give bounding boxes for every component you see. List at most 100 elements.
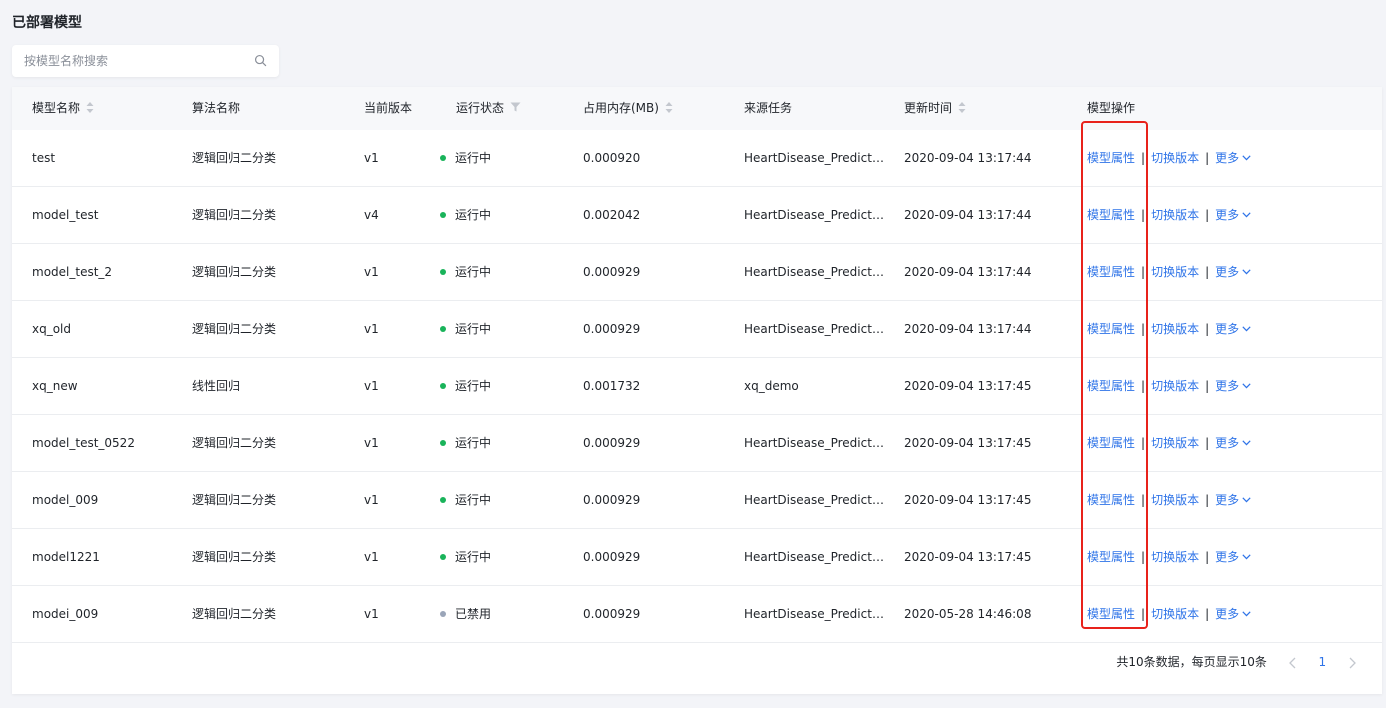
cell-memory: 0.001732 <box>583 379 641 393</box>
cell-name: xq_new <box>32 379 78 393</box>
cell-version: v1 <box>364 322 379 336</box>
page-number[interactable]: 1 <box>1319 652 1327 672</box>
chevron-down-icon <box>1242 211 1251 217</box>
more-dropdown[interactable]: 更多 <box>1215 493 1251 507</box>
row-actions: 模型属性 | 切换版本 | 更多 <box>1087 301 1251 357</box>
switch-version-link[interactable]: 切换版本 <box>1151 151 1199 165</box>
column-header-updated-at[interactable]: 更新时间 <box>904 87 966 130</box>
action-separator: | <box>1141 379 1146 393</box>
switch-version-link[interactable]: 切换版本 <box>1151 493 1199 507</box>
row-actions: 模型属性 | 切换版本 | 更多 <box>1087 130 1251 186</box>
more-dropdown[interactable]: 更多 <box>1215 550 1251 564</box>
cell-updated-at: 2020-09-04 13:17:44 <box>904 265 1032 279</box>
sort-icon[interactable] <box>958 101 966 114</box>
more-dropdown[interactable]: 更多 <box>1215 322 1251 336</box>
model-properties-link[interactable]: 模型属性 <box>1087 151 1135 165</box>
cell-name: model_test <box>32 208 99 222</box>
model-properties-link[interactable]: 模型属性 <box>1087 493 1135 507</box>
sort-icon[interactable] <box>86 101 94 114</box>
model-properties-link[interactable]: 模型属性 <box>1087 550 1135 564</box>
search-input[interactable] <box>12 45 232 77</box>
column-header-memory[interactable]: 占用内存(MB) <box>583 87 673 130</box>
column-header-version: 当前版本 <box>364 87 412 130</box>
switch-version-link[interactable]: 切换版本 <box>1151 550 1199 564</box>
sort-icon[interactable] <box>665 101 673 114</box>
column-header-label: 更新时间 <box>904 101 953 115</box>
column-header-name[interactable]: 模型名称 <box>32 87 94 130</box>
more-label: 更多 <box>1215 550 1240 564</box>
more-label: 更多 <box>1215 322 1240 336</box>
cell-memory: 0.000929 <box>583 550 641 564</box>
column-header-actions: 模型操作 <box>1087 87 1135 130</box>
search-box[interactable] <box>12 45 279 77</box>
cell-version: v4 <box>364 208 379 222</box>
column-header-source-task: 来源任务 <box>744 87 792 130</box>
cell-memory: 0.000929 <box>583 493 641 507</box>
cell-memory: 0.000929 <box>583 436 641 450</box>
switch-version-link[interactable]: 切换版本 <box>1151 322 1199 336</box>
action-separator: | <box>1141 607 1146 621</box>
row-actions: 模型属性 | 切换版本 | 更多 <box>1087 187 1251 243</box>
more-dropdown[interactable]: 更多 <box>1215 607 1251 621</box>
cell-algorithm: 逻辑回归二分类 <box>192 151 277 165</box>
model-properties-link[interactable]: 模型属性 <box>1087 607 1135 621</box>
status-text: 运行中 <box>455 322 492 336</box>
table-header: 模型名称 算法名称 当前版本 运行状态 占用内存(MB) 来源任务 更新时间 模… <box>12 87 1382 130</box>
table-row: test 逻辑回归二分类 v1 运行中 0.000920 HeartDisease_Pre… <box>12 130 1382 187</box>
filter-icon[interactable] <box>510 102 521 112</box>
cell-name: model_test_2 <box>32 265 113 279</box>
cell-status: 运行中 <box>440 244 570 300</box>
cell-name: xq_old <box>32 322 72 336</box>
switch-version-link[interactable]: 切换版本 <box>1151 436 1199 450</box>
table-row: xq_new 线性回归 v1 运行中 0.001732 xq_demo 2020-09-04… <box>12 358 1382 415</box>
column-header-status[interactable]: 运行状态 <box>456 87 521 130</box>
action-separator: | <box>1141 436 1146 450</box>
cell-source-task: xq_demo <box>744 379 799 393</box>
more-dropdown[interactable]: 更多 <box>1215 379 1251 393</box>
model-properties-link[interactable]: 模型属性 <box>1087 436 1135 450</box>
cell-version: v1 <box>364 151 379 165</box>
model-properties-link[interactable]: 模型属性 <box>1087 379 1135 393</box>
cell-name: model1221 <box>32 550 100 564</box>
table-row: model1221 逻辑回归二分类 v1 运行中 0.000929 HeartDiseas… <box>12 529 1382 586</box>
cell-memory: 0.000929 <box>583 265 641 279</box>
model-properties-link[interactable]: 模型属性 <box>1087 208 1135 222</box>
more-dropdown[interactable]: 更多 <box>1215 265 1251 279</box>
cell-version: v1 <box>364 436 379 450</box>
more-dropdown[interactable]: 更多 <box>1215 436 1251 450</box>
more-dropdown[interactable]: 更多 <box>1215 208 1251 222</box>
table-row: model_009 逻辑回归二分类 v1 运行中 0.000929 HeartDiseas… <box>12 472 1382 529</box>
cell-source-task: HeartDisease_Predictio… <box>744 265 886 279</box>
model-properties-link[interactable]: 模型属性 <box>1087 322 1135 336</box>
cell-status: 运行中 <box>440 415 570 471</box>
switch-version-link[interactable]: 切换版本 <box>1151 265 1199 279</box>
table-row: model_test 逻辑回归二分类 v4 运行中 0.002042 HeartDisea… <box>12 187 1382 244</box>
cell-source-task: HeartDisease_Prediction <box>744 322 886 336</box>
model-properties-link[interactable]: 模型属性 <box>1087 265 1135 279</box>
chevron-down-icon <box>1242 496 1251 502</box>
prev-page-icon[interactable] <box>1287 653 1299 673</box>
cell-name: test <box>32 151 56 165</box>
column-header-label: 模型操作 <box>1087 101 1136 115</box>
switch-version-link[interactable]: 切换版本 <box>1151 607 1199 621</box>
switch-version-link[interactable]: 切换版本 <box>1151 379 1199 393</box>
cell-algorithm: 逻辑回归二分类 <box>192 607 277 621</box>
chevron-down-icon <box>1242 553 1251 559</box>
action-separator: | <box>1205 151 1210 165</box>
row-actions: 模型属性 | 切换版本 | 更多 <box>1087 415 1251 471</box>
more-dropdown[interactable]: 更多 <box>1215 151 1251 165</box>
action-separator: | <box>1205 322 1210 336</box>
cell-source-task: HeartDisease_Prediction <box>744 436 886 450</box>
cell-updated-at: 2020-09-04 13:17:44 <box>904 208 1032 222</box>
status-dot <box>440 325 446 332</box>
switch-version-link[interactable]: 切换版本 <box>1151 208 1199 222</box>
column-header-label: 占用内存(MB) <box>583 101 659 115</box>
next-page-icon[interactable] <box>1346 653 1358 673</box>
action-separator: | <box>1141 265 1146 279</box>
status-dot <box>440 154 446 161</box>
chevron-down-icon <box>1242 610 1251 616</box>
action-separator: | <box>1205 493 1210 507</box>
cell-memory: 0.000929 <box>583 322 641 336</box>
search-icon[interactable] <box>254 54 267 67</box>
pagination: 共10条数据，每页显示10条 1 <box>1116 652 1358 672</box>
